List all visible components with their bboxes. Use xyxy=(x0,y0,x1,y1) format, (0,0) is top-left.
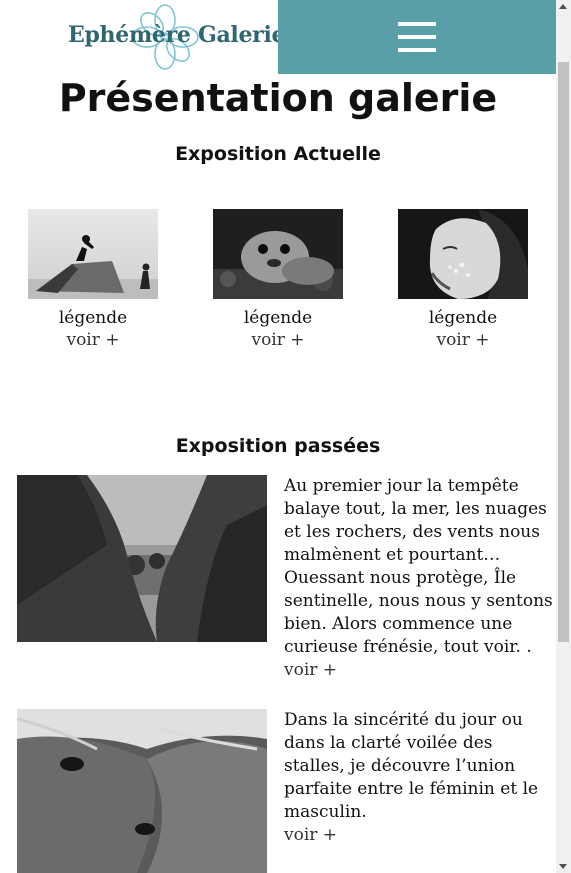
see-more-link[interactable]: voir + xyxy=(284,659,556,682)
card-legend: légende xyxy=(58,308,128,328)
workers-on-concrete-block-photo[interactable] xyxy=(28,209,158,299)
site-header: Ephémère Galerie xyxy=(0,0,556,74)
description-text: Dans la sincérité du jour ou dans la cla… xyxy=(284,710,539,822)
description-text: Au premier jour la tempête balaye tout, … xyxy=(284,476,553,657)
exhibition-card: légende voir + xyxy=(398,209,528,351)
scroll-down-arrow-icon[interactable] xyxy=(559,864,567,869)
exhibition-card: légende voir + xyxy=(28,209,158,351)
past-exhibition-item: Dans la sincérité du jour ou dans la cla… xyxy=(17,709,557,873)
past-exhibition-item: Au premier jour la tempête balaye tout, … xyxy=(17,475,557,680)
hamburger-menu-icon xyxy=(398,20,436,54)
see-more-link[interactable]: voir + xyxy=(213,329,343,351)
card-legend: légende xyxy=(428,308,498,328)
seal-photo[interactable] xyxy=(213,209,343,299)
see-more-link[interactable]: voir + xyxy=(398,329,528,351)
scroll-up-arrow-icon[interactable] xyxy=(559,4,567,9)
past-exhibitions-title: Exposition passées xyxy=(175,435,381,457)
site-logo[interactable]: Ephémère Galerie xyxy=(60,4,286,70)
woman-face-photo[interactable] xyxy=(398,209,528,299)
current-exhibition-title: Exposition Actuelle xyxy=(175,143,381,165)
page-title: Présentation galerie xyxy=(58,76,498,120)
scrollbar-thumb[interactable] xyxy=(558,62,569,642)
see-more-link[interactable]: voir + xyxy=(284,824,556,847)
exhibition-card: légende voir + xyxy=(213,209,343,351)
rocky-coast-photo[interactable] xyxy=(17,475,267,642)
vertical-scrollbar[interactable] xyxy=(556,0,571,873)
see-more-link[interactable]: voir + xyxy=(28,329,158,351)
logo-text: Ephémère Galerie xyxy=(68,22,286,48)
card-legend: légende xyxy=(243,308,313,328)
past-exhibition-description: Dans la sincérité du jour ou dans la cla… xyxy=(284,709,556,847)
past-exhibition-description: Au premier jour la tempête balaye tout, … xyxy=(284,475,556,682)
horses-closeup-photo[interactable] xyxy=(17,709,267,873)
menu-button[interactable] xyxy=(278,0,556,74)
